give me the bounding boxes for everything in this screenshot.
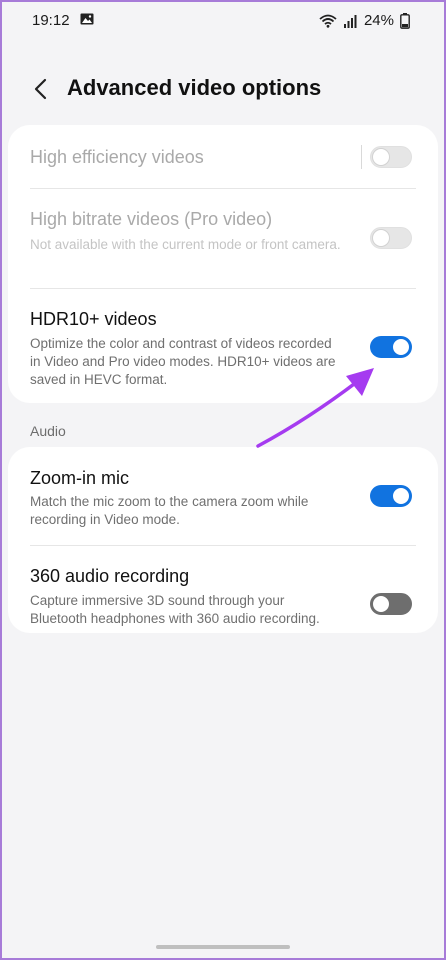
battery-percent: 24% <box>363 12 394 29</box>
hdr10-videos-toggle[interactable] <box>370 336 412 358</box>
hdr10-videos-title: HDR10+ videos <box>30 309 157 329</box>
zoom-in-mic-toggle[interactable] <box>370 485 412 507</box>
audio-360-description: Capture immersive 3D sound through your … <box>30 593 320 626</box>
status-bar: 19:12 24% <box>0 0 446 40</box>
audio-settings-card: Zoom-in mic Match the mic zoom to the ca… <box>8 447 438 633</box>
high-bitrate-videos-description: Not available with the current mode or f… <box>30 237 341 252</box>
status-right: 24% <box>319 12 410 29</box>
audio-section-label: Audio <box>30 423 66 439</box>
high-efficiency-videos-toggle[interactable] <box>370 146 412 168</box>
zoom-in-mic-title: Zoom-in mic <box>30 468 130 488</box>
annotation-arrow-icon <box>256 368 374 448</box>
home-indicator[interactable] <box>156 945 290 949</box>
audio-360-toggle[interactable] <box>370 593 412 615</box>
zoom-in-mic-description: Match the mic zoom to the camera zoom wh… <box>30 494 309 527</box>
audio-360-row[interactable]: 360 audio recording Capture immersive 3D… <box>8 546 438 633</box>
zoom-in-mic-row[interactable]: Zoom-in mic Match the mic zoom to the ca… <box>8 447 438 545</box>
back-arrow-icon[interactable] <box>30 76 54 102</box>
high-bitrate-videos-title: High bitrate videos (Pro video) <box>30 209 273 229</box>
page-header: Advanced video options <box>0 64 446 114</box>
wifi-icon <box>319 14 337 28</box>
page-title: Advanced video options <box>67 75 322 100</box>
gallery-notification-icon <box>80 13 94 25</box>
status-time: 19:12 <box>32 12 70 29</box>
signal-icon <box>343 14 357 28</box>
audio-360-title: 360 audio recording <box>30 566 190 586</box>
battery-icon <box>400 12 410 29</box>
high-bitrate-videos-toggle[interactable] <box>370 227 412 249</box>
high-bitrate-videos-row[interactable]: High bitrate videos (Pro video) Not avai… <box>8 189 438 289</box>
high-efficiency-videos-row[interactable]: High efficiency videos <box>8 125 438 189</box>
vertical-separator <box>361 145 362 169</box>
high-efficiency-videos-title: High efficiency videos <box>30 147 204 167</box>
